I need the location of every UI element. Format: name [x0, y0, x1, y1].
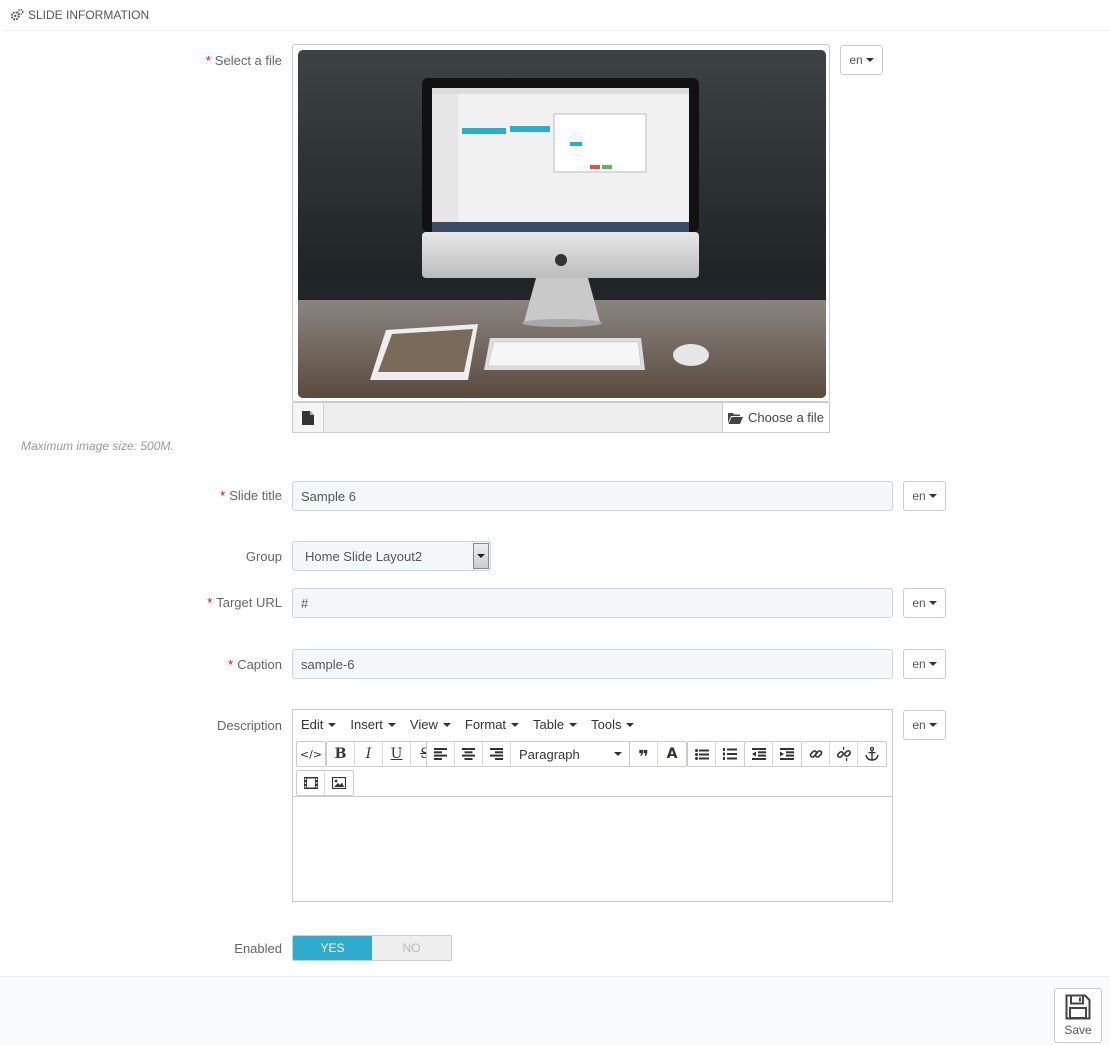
folder-open-icon	[728, 412, 744, 424]
caret-down-icon	[328, 722, 337, 727]
description-lang-label: en	[912, 718, 926, 732]
source-code-icon[interactable]: </>	[297, 742, 325, 766]
choose-file-button[interactable]: Choose a file	[722, 403, 829, 432]
group-label: Group	[245, 549, 282, 564]
italic-icon[interactable]: I	[355, 742, 383, 766]
file-icon	[302, 410, 314, 425]
editor-menubar: Edit Insert View Format Table Tools	[293, 710, 892, 739]
caret-down-icon	[387, 722, 396, 727]
caret-down-icon	[569, 722, 578, 727]
max-size-help: Maximum image size: 500M.	[21, 439, 174, 453]
video-icon[interactable]	[297, 771, 325, 795]
target-url-input[interactable]: #	[292, 588, 893, 618]
align-center-icon[interactable]	[455, 742, 483, 766]
enabled-no-option[interactable]: NO	[372, 936, 451, 960]
align-right-icon[interactable]	[483, 742, 511, 766]
menu-table[interactable]: Table	[533, 717, 578, 732]
choose-file-label: Choose a file	[748, 410, 824, 425]
caret-down-icon	[928, 494, 937, 498]
caret-down-icon	[928, 662, 937, 666]
url-lang-label: en	[912, 596, 926, 610]
file-input[interactable]: Choose a file	[292, 402, 830, 433]
text-color-icon[interactable]: A	[658, 742, 686, 766]
enabled-label: Enabled	[234, 941, 282, 956]
caret-down-icon	[511, 722, 520, 727]
slide-image	[298, 50, 826, 398]
menu-format[interactable]: Format	[465, 717, 520, 732]
link-icon[interactable]	[802, 742, 830, 766]
enabled-yes-option[interactable]: YES	[293, 936, 372, 960]
url-lang-button[interactable]: en	[903, 588, 946, 618]
title-lang-button[interactable]: en	[903, 481, 946, 511]
caret-down-icon	[928, 723, 937, 727]
caption-label: * Caption	[228, 657, 282, 672]
slide-title-input[interactable]: Sample 6	[292, 481, 893, 511]
outdent-icon[interactable]	[745, 742, 773, 766]
image-icon[interactable]	[325, 771, 353, 795]
image-preview-frame	[292, 44, 830, 402]
unlink-icon[interactable]	[830, 742, 858, 766]
bold-icon[interactable]: B	[327, 742, 355, 766]
file-icon-box	[293, 403, 324, 432]
anchor-icon[interactable]	[858, 742, 886, 766]
blockquote-icon[interactable]: ❞	[630, 742, 658, 768]
editor-toolbar: </> B I U S Paragraph ❞ A	[293, 739, 892, 797]
menu-tools[interactable]: Tools	[591, 717, 635, 732]
description-editor: Edit Insert View Format Table Tools </> …	[292, 709, 893, 902]
caption-lang-label: en	[912, 657, 926, 671]
description-lang-button[interactable]: en	[903, 710, 946, 740]
editor-body[interactable]	[293, 798, 892, 901]
caret-down-icon	[865, 58, 874, 62]
menu-edit[interactable]: Edit	[301, 717, 337, 732]
underline-icon[interactable]: U	[383, 742, 411, 766]
title-label: * Slide title	[220, 488, 282, 503]
select-arrow-icon[interactable]	[473, 543, 489, 569]
image-preview	[298, 50, 826, 398]
caret-down-icon	[442, 722, 451, 727]
format-dropdown[interactable]: Paragraph	[511, 742, 631, 766]
menu-view[interactable]: View	[410, 717, 451, 732]
save-button[interactable]: Save	[1054, 988, 1102, 1043]
save-label: Save	[1064, 1023, 1092, 1037]
group-select[interactable]: Home Slide Layout2	[292, 541, 491, 571]
caret-down-icon	[626, 722, 635, 727]
enabled-switch[interactable]: YES NO	[292, 935, 452, 961]
caret-down-icon	[928, 601, 937, 605]
panel-title: SLIDE INFORMATION	[28, 8, 150, 22]
file-label: * Select a file	[205, 53, 282, 68]
caption-lang-button[interactable]: en	[903, 649, 946, 679]
file-lang-button[interactable]: en	[840, 45, 883, 75]
bullet-list-icon[interactable]	[688, 742, 716, 766]
panel-footer: Save	[0, 976, 1110, 1045]
save-icon	[1065, 994, 1091, 1020]
caret-down-icon	[614, 752, 622, 756]
gears-icon	[10, 8, 24, 21]
description-label: Description	[216, 718, 282, 733]
numbered-list-icon[interactable]	[716, 742, 744, 766]
url-label: * Target URL	[207, 595, 282, 610]
title-lang-label: en	[912, 489, 926, 503]
indent-icon[interactable]	[773, 742, 801, 766]
align-left-icon[interactable]	[427, 742, 455, 766]
file-lang-label: en	[849, 53, 863, 67]
group-select-value: Home Slide Layout2	[305, 548, 423, 564]
menu-insert[interactable]: Insert	[350, 717, 396, 732]
panel-heading: SLIDE INFORMATION	[4, 0, 1110, 31]
format-dropdown-label: Paragraph	[519, 746, 580, 762]
caption-input[interactable]: sample-6	[292, 649, 893, 679]
